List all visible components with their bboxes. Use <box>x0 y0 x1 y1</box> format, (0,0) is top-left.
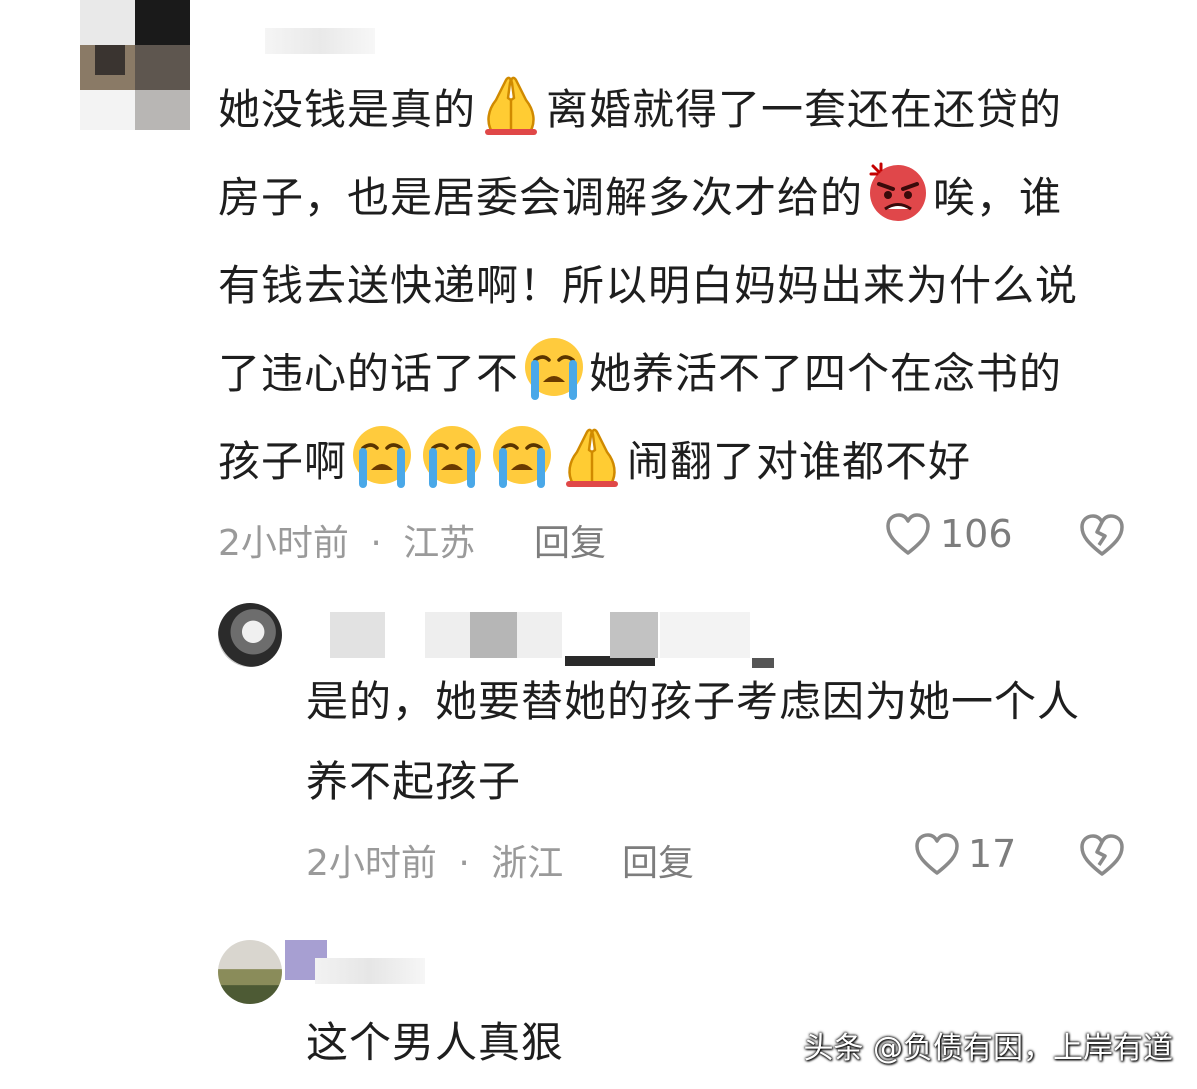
folded-hands-emoji <box>478 70 544 136</box>
comment-line: 房子，也是居委会调解多次才给的 唉，谁 <box>218 154 1078 242</box>
reply-avatar[interactable] <box>218 603 282 667</box>
comment-line: 养不起孩子 <box>306 742 1080 822</box>
comment-text: 她没钱是真的 离婚就得了一套还在还贷的房子，也是居委会调解多次才给的 唉，谁有钱去送… <box>218 66 1078 506</box>
loudly-crying-face-emoji <box>349 422 415 488</box>
reply-username-blurred[interactable] <box>320 608 775 668</box>
watermark: 头条 @负债有因，上岸有道 <box>803 1031 1173 1066</box>
comment-line: 这个男人真狠 <box>306 1003 564 1083</box>
comment-line: 有钱去送快递啊！所以明白妈妈出来为什么说 <box>218 242 1078 330</box>
commenter-username-blurred[interactable] <box>265 28 375 54</box>
reply-comment-text: 这个男人真狠 <box>306 1003 564 1083</box>
reply-button[interactable]: 回复 <box>622 834 694 886</box>
comment-text-segment: 她没钱是真的 <box>218 85 477 134</box>
like-count: 106 <box>940 512 1013 556</box>
folded-hands-emoji <box>559 422 625 488</box>
reply-meta: 2小时前 · 浙江 <box>306 834 563 886</box>
loudly-crying-face-emoji <box>419 422 485 488</box>
commenter-avatar[interactable] <box>80 0 190 130</box>
comment-text-segment: 她养活不了四个在念书的 <box>589 349 1063 398</box>
comment-text-segment: 有钱去送快递啊！所以明白妈妈出来为什么说 <box>218 261 1079 310</box>
meta-separator: · <box>370 523 382 564</box>
comment-line: 她没钱是真的 离婚就得了一套还在还贷的 <box>218 66 1078 154</box>
comment-location: 江苏 <box>403 523 476 564</box>
comment-line: 了违心的话了不 她养活不了四个在念书的 <box>218 330 1078 418</box>
loudly-crying-face-emoji <box>489 422 555 488</box>
comment-text-segment: 唉，谁 <box>933 173 1063 222</box>
reply-location: 浙江 <box>491 843 564 884</box>
comment-line: 是的，她要替她的孩子考虑因为她一个人 <box>306 662 1080 742</box>
reply-avatar[interactable] <box>218 940 282 1004</box>
comment-text-segment: 养不起孩子 <box>306 757 522 806</box>
reply-username-blurred[interactable] <box>285 940 430 990</box>
meta-separator: · <box>458 843 470 884</box>
loudly-crying-face-emoji <box>521 334 587 400</box>
broken-heart-icon[interactable] <box>1077 831 1127 883</box>
reply-time: 2小时前 <box>306 843 437 884</box>
comment-text-segment: 是的，她要替她的孩子考虑因为她一个人 <box>306 677 1081 726</box>
comment-text-segment: 闹翻了对谁都不好 <box>627 437 972 486</box>
heart-outline-icon[interactable] <box>913 831 961 881</box>
comment-line: 孩子啊 闹翻了对谁都不好 <box>218 418 1078 506</box>
comment-text-segment: 这个男人真狠 <box>306 1018 565 1067</box>
comment-time: 2小时前 <box>218 523 349 564</box>
reply-button[interactable]: 回复 <box>534 514 606 566</box>
heart-outline-icon[interactable] <box>884 511 932 561</box>
broken-heart-icon[interactable] <box>1077 511 1127 563</box>
comment-text-segment: 房子，也是居委会调解多次才给的 <box>218 173 864 222</box>
comment-text-segment: 孩子啊 <box>218 437 348 486</box>
comment-text-segment: 了违心的话了不 <box>218 349 520 398</box>
comment-meta: 2小时前 · 江苏 <box>218 514 475 566</box>
reply-comment-text: 是的，她要替她的孩子考虑因为她一个人 养不起孩子 <box>306 662 1080 822</box>
like-count: 17 <box>968 832 1017 876</box>
comment-text-segment: 离婚就得了一套还在还贷的 <box>546 85 1063 134</box>
angry-face-emoji <box>865 158 931 224</box>
